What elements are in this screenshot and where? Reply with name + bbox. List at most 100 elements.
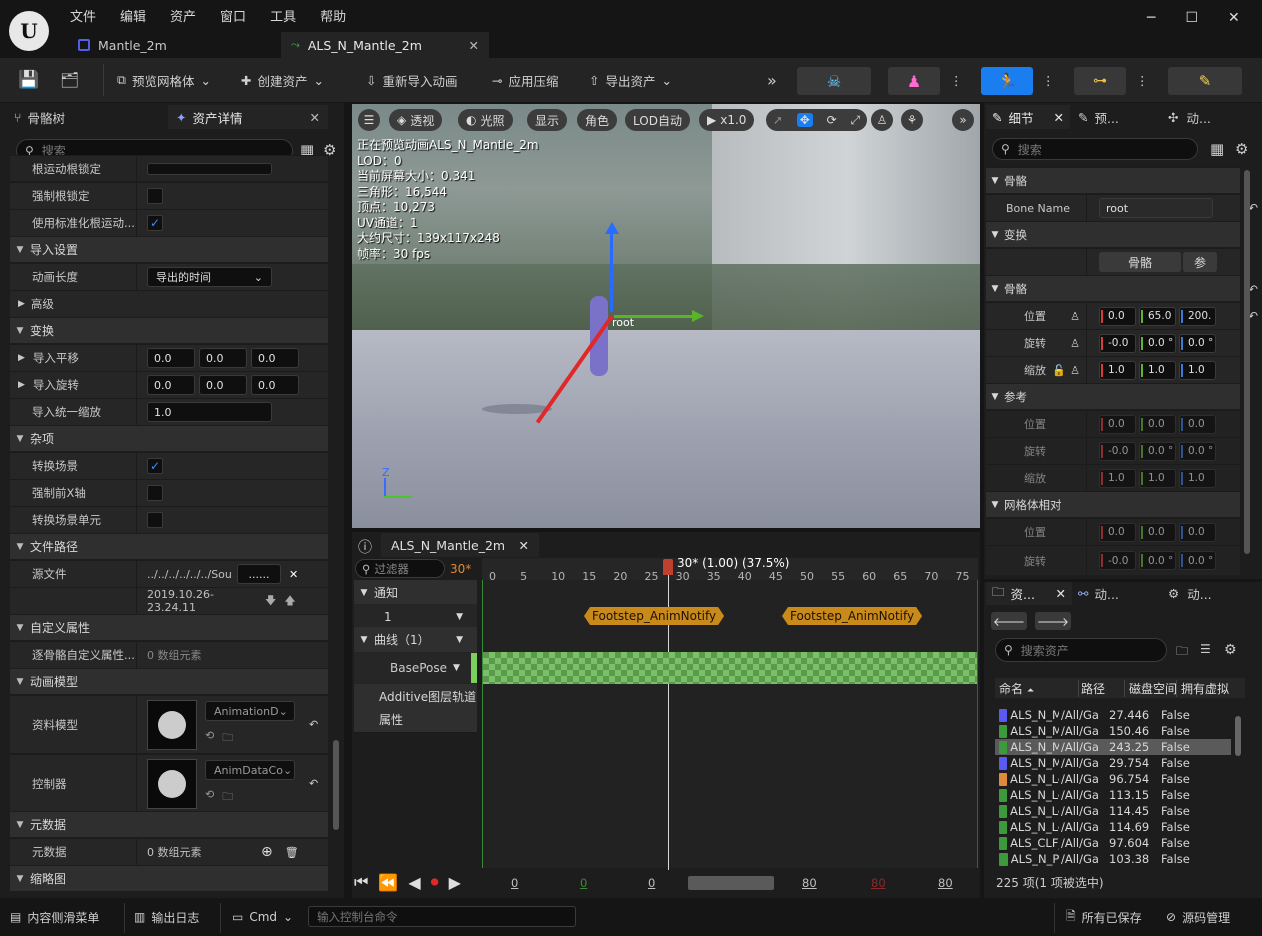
tab-asset-details[interactable]: ✦ 资产详情 ✕ [168,105,328,129]
create-asset-button[interactable]: ✚ 创建资产 ⌄ [241,67,324,93]
track-attributes[interactable]: 属性 [354,707,477,733]
delete-icon[interactable]: 🗑 [285,846,299,859]
menu-help[interactable]: 帮助 [320,6,346,25]
data-model-dropdown[interactable]: AnimationD ⌄ [205,701,295,721]
local-icon[interactable]: ♙ [1070,364,1080,377]
menu-file[interactable]: 文件 [70,6,96,25]
section-metadata[interactable]: ▼ 元数据 [10,811,328,837]
left-scrollbar[interactable] [333,740,339,830]
reimport-button[interactable]: ⇩ 重新导入动画 [366,67,458,93]
translate-icon[interactable]: ✥ [796,113,813,127]
table-row[interactable]: ALS_N_Ma/All/Ga 243.25 False [995,739,1231,755]
convert-scene-checkbox[interactable]: ✓ [147,458,163,474]
frame-end-3[interactable]: 80 [938,876,953,890]
translation-z[interactable]: 0.0 [251,348,299,368]
force-root-lock-checkbox[interactable] [147,188,163,204]
track-notify[interactable]: ▼ 通知 [354,580,477,606]
section-transform[interactable]: ▼ 变换 [10,317,328,343]
select-icon[interactable]: ➚ [773,113,783,127]
rot-y[interactable]: 0.0 ° [1139,333,1176,353]
perspective-button[interactable]: ◈ 透视 [389,109,443,131]
scale-x[interactable]: 1.0 [1099,360,1136,380]
lit-button[interactable]: ◐ 光照 [458,109,513,131]
section-mesh-relative[interactable]: ▼ 网格体相对 [986,491,1240,517]
use-selected-icon[interactable]: ⟲ [205,788,214,807]
filter-icon[interactable]: ☰ [1200,642,1211,656]
tab-asset-browser[interactable]: 🗀 资... ✕ [986,582,1072,605]
menu-asset[interactable]: 资产 [170,6,196,25]
section-reference[interactable]: ▼ 参考 [986,383,1240,409]
physics-mode-button[interactable]: ✎ [1168,67,1242,95]
skeleton-mode-button[interactable]: ☠ [797,67,871,95]
translation-y[interactable]: 0.0 [199,348,247,368]
minimize-icon[interactable]: ─ [1147,10,1155,26]
viewport-menu-button[interactable]: ☰ [358,109,380,131]
forward-button[interactable]: 🡒 [1035,612,1071,630]
notify-event-2[interactable]: Footstep_AnimNotify [782,607,922,625]
frame-start-1[interactable]: 0 [511,876,518,890]
step-back-icon[interactable]: ⏪ [378,873,398,892]
scale-icon[interactable]: ⤢ [850,113,860,128]
section-thumbnail[interactable]: ▼ 缩略图 [10,865,328,891]
menu-window[interactable]: 窗口 [220,6,246,25]
use-selected-icon[interactable]: ⟲ [205,729,214,748]
menu-tools[interactable]: 工具 [270,6,296,25]
col-disk-size[interactable]: 磁盘空间 [1125,679,1177,697]
record-icon[interactable]: ⏺ [431,872,439,892]
close-tab-icon[interactable]: ✕ [1054,110,1064,125]
back-button[interactable]: 🡐 [991,612,1027,630]
timeline-scrollbar[interactable] [688,876,774,890]
animation-mode-button[interactable]: 🏃 [981,67,1033,95]
gizmo-z-arrow[interactable] [610,232,613,312]
rot-x[interactable]: -0.0 [1099,333,1136,353]
unreal-logo-icon[interactable]: U [9,11,49,51]
table-row[interactable]: ALS_N_Ma/All/Ga 29.754 False [995,755,1231,771]
loc-z[interactable]: 200. [1179,306,1216,326]
export-asset-button[interactable]: ⇧ 导出资产 ⌄ [589,67,672,93]
row-advanced[interactable]: ▶ 高级 [10,290,328,317]
section-misc[interactable]: ▼ 杂项 [10,425,328,451]
data-model-thumbnail[interactable] [147,699,197,750]
section-file-path[interactable]: ▼ 文件路径 [10,533,328,559]
table-row[interactable]: ALS_N_Loc/All/Ga 113.15 False [995,787,1231,803]
lock-icon[interactable]: 🔓 [1052,364,1066,377]
mesh-mode-button[interactable]: ♟ [888,67,940,95]
browse-icon[interactable]: 🗀 [222,788,233,807]
add-icon[interactable]: ⊕ [261,844,273,860]
controller-thumbnail[interactable] [147,758,197,809]
scale-z[interactable]: 1.0 [1179,360,1216,380]
rotation-x[interactable]: 0.0 [147,375,195,395]
play-reverse-icon[interactable]: ◀ [408,873,420,892]
scale-y[interactable]: 1.0 [1139,360,1176,380]
timeline-filter-input[interactable]: ⚲ 过滤器 [355,559,445,578]
close-window-icon[interactable]: ✕ [1228,10,1240,26]
go-to-start-icon[interactable]: ⏮ [354,872,368,892]
apply-compression-button[interactable]: ⊸ 应用压缩 [492,67,559,93]
details-search-input[interactable]: ⚲ 搜索 [992,138,1198,160]
details-scrollbar[interactable] [1244,170,1250,554]
force-front-x-checkbox[interactable] [147,485,163,501]
track-basepose[interactable]: BasePose ▼ [354,652,477,685]
section-bone[interactable]: ▼ 骨骼 [986,167,1240,193]
playhead-marker[interactable] [663,559,673,575]
frame-start-3[interactable]: 0 [648,876,655,890]
source-control-button[interactable]: ⊘ 源码管理 [1166,904,1230,930]
preview-mesh-button[interactable]: ⧉ 预览网格体 ⌄ [117,67,211,93]
close-tab-icon[interactable]: ✕ [1056,586,1066,601]
content-drawer-button[interactable]: ▤ 内容侧滑菜单 [10,904,99,930]
mesh-mode-options-icon[interactable]: ⋮ [950,67,963,93]
use-norm-root-checkbox[interactable]: ✓ [147,215,163,231]
convert-scene-unit-checkbox[interactable] [147,512,163,528]
tab-anim-3[interactable]: ⚙ 动... [1168,582,1212,605]
loc-x[interactable]: 0.0 [1099,306,1136,326]
timeline-fps[interactable]: 30* [450,562,471,576]
ref-space-button[interactable]: 参 [1183,252,1217,272]
translation-x[interactable]: 0.0 [147,348,195,368]
grid-view-icon[interactable]: ▦ [1210,140,1224,158]
settings-gear-icon[interactable]: ⚙ [1235,140,1248,158]
rot-z[interactable]: 0.0 ° [1179,333,1216,353]
blueprint-mode-button[interactable]: ⊶ [1074,67,1126,95]
table-row[interactable]: ALS_N_Loc/All/Ga 96.754 False [995,771,1231,787]
save-icon[interactable]: 💾 [18,67,39,93]
local-icon[interactable]: ♙ [1070,310,1080,323]
